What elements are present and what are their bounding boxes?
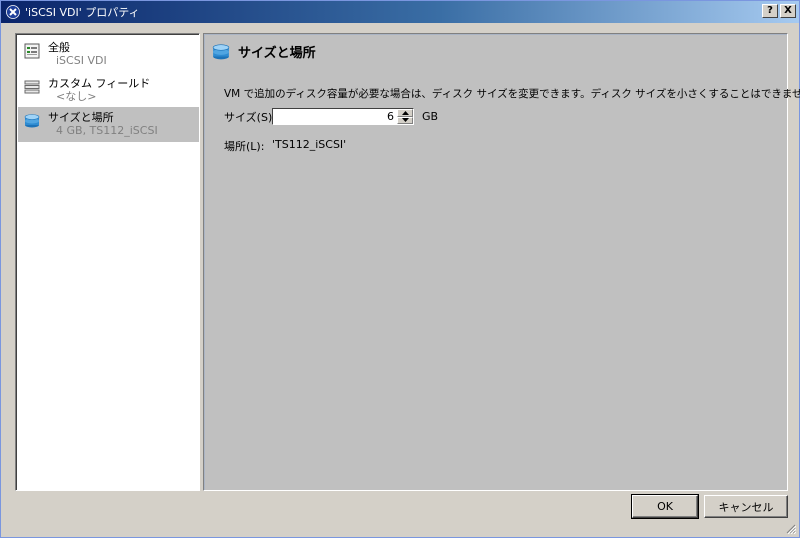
custom-fields-icon (24, 79, 40, 95)
sidebar-item-subtitle: 4 GB, TS112_iSCSI (56, 124, 158, 137)
sidebar-item-title: カスタム フィールド (48, 77, 151, 90)
sidebar-item-title: サイズと場所 (48, 111, 114, 124)
disk-icon (212, 43, 230, 61)
description-text: VM で追加のディスク容量が必要な場合は、ディスク サイズを変更できます。ディス… (224, 88, 800, 100)
cancel-button[interactable]: キャンセル (704, 495, 788, 518)
size-input[interactable] (273, 109, 397, 124)
size-stepper[interactable] (272, 108, 414, 125)
section-header: サイズと場所 (212, 42, 316, 61)
sidebar-item-custom-fields[interactable]: カスタム フィールド <なし> (18, 73, 199, 108)
location-value: 'TS112_iSCSI' (272, 138, 347, 151)
window-title: 'iSCSI VDI' プロパティ (25, 6, 140, 19)
resize-grip-icon[interactable] (784, 522, 797, 535)
page-title: サイズと場所 (238, 46, 316, 61)
sidebar: 全般 iSCSI VDI カスタム フィールド <なし> サイズと場所 4 GB… (15, 33, 200, 491)
sidebar-item-subtitle: <なし> (56, 90, 97, 103)
arrow-up-icon (401, 110, 409, 115)
sidebar-item-size-location[interactable]: サイズと場所 4 GB, TS112_iSCSI (18, 107, 199, 142)
title-bar[interactable]: 'iSCSI VDI' プロパティ ? X (1, 1, 799, 23)
location-label: 場所(L): (224, 140, 265, 153)
size-label: サイズ(S): (224, 110, 276, 124)
ok-button[interactable]: OK (631, 494, 699, 519)
size-row: サイズ(S): GB (224, 108, 438, 125)
general-icon (24, 43, 40, 59)
location-row: 場所(L): 'TS112_iSCSI' (224, 138, 346, 154)
arrow-down-icon (401, 118, 409, 123)
sidebar-item-subtitle: iSCSI VDI (56, 54, 107, 67)
help-button[interactable]: ? (762, 4, 778, 18)
app-logo-icon (6, 5, 20, 19)
increment-button[interactable] (397, 109, 413, 117)
size-unit: GB (422, 110, 439, 123)
sidebar-item-general[interactable]: 全般 iSCSI VDI (18, 37, 199, 72)
properties-dialog: 'iSCSI VDI' プロパティ ? X 全般 iSCSI VDI カスタム … (0, 0, 800, 538)
decrement-button[interactable] (397, 116, 413, 124)
content-panel: サイズと場所 VM で追加のディスク容量が必要な場合は、ディスク サイズを変更で… (203, 33, 800, 491)
close-button[interactable]: X (780, 4, 796, 18)
disk-icon (24, 113, 40, 129)
sidebar-item-title: 全般 (48, 41, 70, 54)
